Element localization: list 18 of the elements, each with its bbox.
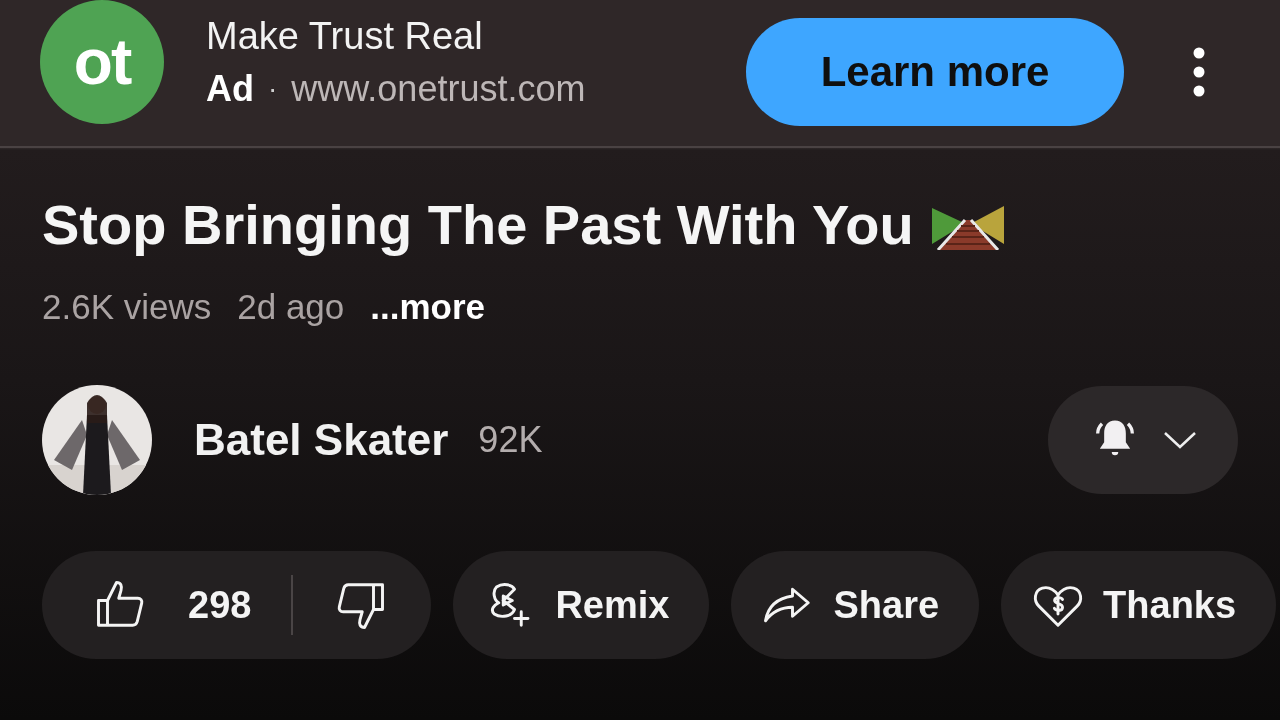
- share-button[interactable]: Share: [731, 551, 980, 659]
- ad-label: Ad: [206, 67, 254, 110]
- ad-title: Make Trust Real: [206, 14, 484, 58]
- more-options-icon[interactable]: [1192, 46, 1206, 98]
- advertiser-logo: ot: [40, 0, 164, 124]
- channel-name[interactable]: Batel Skater: [194, 415, 449, 465]
- ad-url: www.onetrust.com: [291, 67, 586, 110]
- more-link[interactable]: ...more: [370, 287, 486, 327]
- chevron-down-icon: [1163, 430, 1197, 450]
- like-button[interactable]: 298: [94, 578, 252, 632]
- upload-age: 2d ago: [237, 287, 345, 327]
- view-count: 2.6K views: [42, 287, 212, 327]
- remix-button[interactable]: Remix: [453, 551, 710, 659]
- thanks-button[interactable]: Thanks: [1001, 551, 1277, 659]
- subscriber-count: 92K: [478, 419, 544, 461]
- video-title: Stop Bringing The Past With You: [42, 192, 914, 257]
- separator-dot: ·: [268, 72, 278, 105]
- learn-more-button[interactable]: Learn more: [746, 18, 1124, 126]
